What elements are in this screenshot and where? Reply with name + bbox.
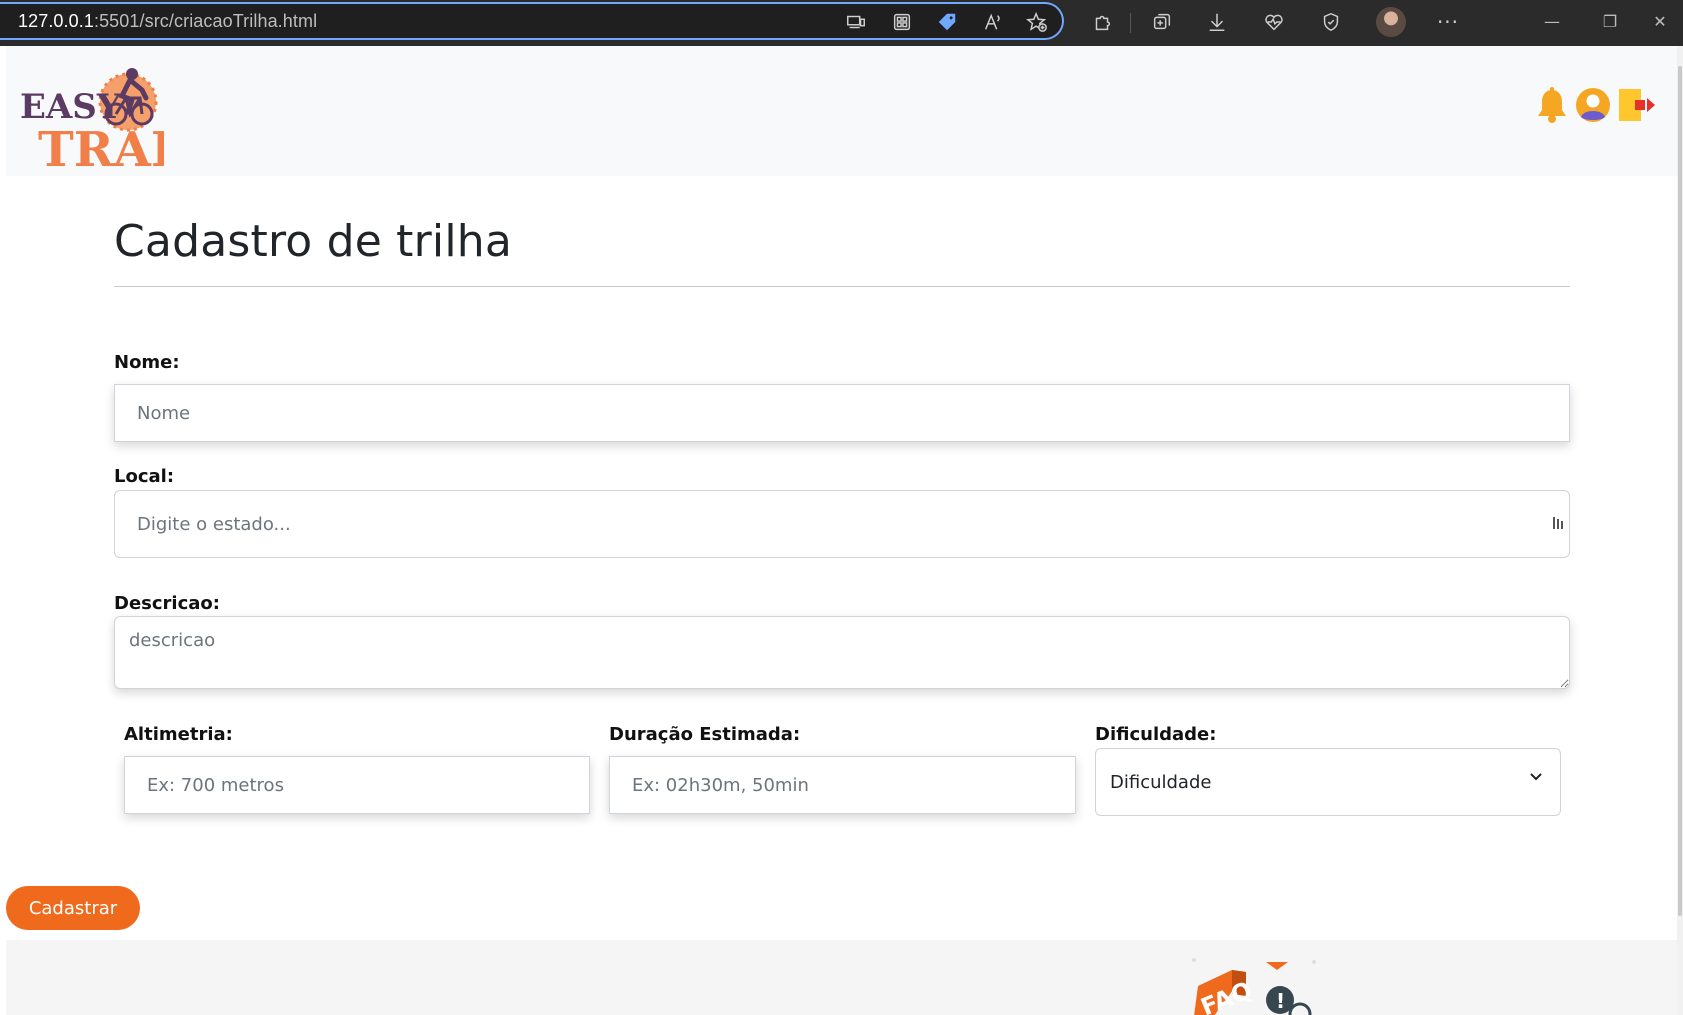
price-tag-icon[interactable] <box>934 9 960 35</box>
faq-illustration[interactable]: FAQ ! <box>1184 956 1316 1015</box>
scrollbar-thumb[interactable] <box>1678 66 1682 916</box>
add-favorite-icon[interactable] <box>1024 9 1050 35</box>
dificuldade-selected-value: Dificuldade <box>1110 771 1212 793</box>
toolbar-separator <box>1130 13 1131 33</box>
dificuldade-label: Dificuldade: <box>1095 724 1217 745</box>
footer <box>6 940 1677 1015</box>
local-label: Local: <box>114 466 175 487</box>
minimize-icon[interactable]: — <box>1532 8 1572 36</box>
local-input[interactable] <box>114 490 1570 558</box>
page-scrollbar[interactable] <box>1677 46 1683 1015</box>
close-window-icon[interactable]: ✕ <box>1640 8 1680 36</box>
logout-icon[interactable] <box>1617 86 1655 124</box>
logo-text-easy: EASY <box>20 87 122 127</box>
chevron-down-icon <box>1530 773 1542 781</box>
apps-grid-icon[interactable] <box>889 9 915 35</box>
browser-chrome: 127.0.0.1:5501/src/criacaoTrilha.html ··… <box>0 0 1683 46</box>
more-options-icon[interactable]: ··· <box>1435 9 1461 35</box>
datalist-dropdown-icon[interactable] <box>1552 516 1566 530</box>
user-profile-icon[interactable] <box>1575 87 1611 123</box>
nome-input[interactable] <box>114 384 1570 442</box>
cadastrar-button[interactable]: Cadastrar <box>6 886 140 930</box>
logo-text-trail: TRAIL <box>38 122 164 170</box>
downloads-icon[interactable] <box>1204 9 1230 35</box>
page-content: EASY TRAIL Cadastro de trilha Nome: <box>6 46 1677 1015</box>
notification-bell-icon[interactable] <box>1535 86 1569 124</box>
browser-essentials-icon[interactable] <box>1261 9 1287 35</box>
dificuldade-select[interactable]: Dificuldade <box>1095 748 1561 816</box>
altimetria-input[interactable] <box>124 756 590 814</box>
altimetria-label: Altimetria: <box>124 724 233 745</box>
top-navbar: EASY TRAIL <box>6 46 1677 176</box>
easy-trail-logo[interactable]: EASY TRAIL <box>18 58 164 170</box>
duracao-label: Duração Estimada: <box>609 724 801 745</box>
device-icon[interactable] <box>843 9 869 35</box>
extensions-icon[interactable] <box>1089 9 1115 35</box>
copilot-icon[interactable] <box>1318 9 1344 35</box>
title-divider <box>114 286 1570 287</box>
duracao-input[interactable] <box>609 756 1076 814</box>
read-aloud-icon[interactable] <box>980 9 1006 35</box>
url-text: 127.0.0.1:5501/src/criacaoTrilha.html <box>18 10 318 31</box>
collections-icon[interactable] <box>1149 9 1175 35</box>
descricao-textarea[interactable] <box>114 616 1570 689</box>
profile-avatar[interactable] <box>1376 7 1406 37</box>
descricao-label: Descricao: <box>114 593 220 614</box>
nome-label: Nome: <box>114 352 180 373</box>
restore-window-icon[interactable]: ❐ <box>1590 8 1630 36</box>
svg-text:!: ! <box>1276 989 1285 1013</box>
page-title: Cadastro de trilha <box>114 216 513 267</box>
navbar-actions <box>1535 86 1655 124</box>
